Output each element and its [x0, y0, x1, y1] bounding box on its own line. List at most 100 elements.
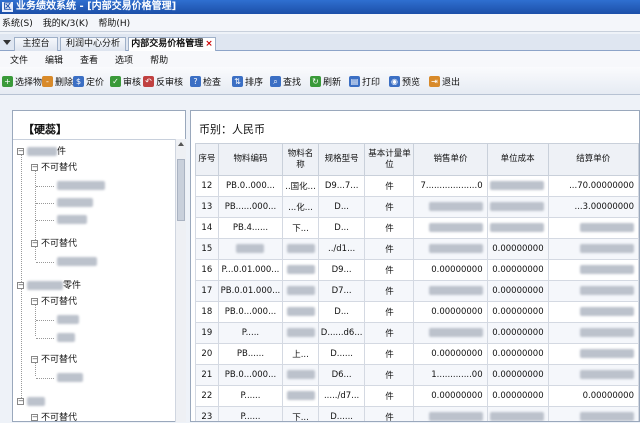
table-cell-cost[interactable]: 0.00000000 [486, 259, 549, 281]
column-header[interactable]: 物料名称 [282, 143, 319, 176]
table-cell-sale[interactable]: 0.00000000 [413, 259, 488, 281]
tree-collapse-icon[interactable]: − [31, 298, 38, 305]
table-cell-code[interactable] [217, 238, 284, 260]
table-cell-settle[interactable]: ...70.00000000 [547, 175, 639, 197]
table-cell-seq[interactable]: 22 [195, 385, 219, 407]
tree-collapse-icon[interactable]: − [31, 414, 38, 421]
menu-file[interactable]: 文件 [10, 53, 28, 66]
table-cell-cost[interactable]: 0.00000000 [486, 343, 549, 365]
table-cell-sale[interactable] [413, 280, 488, 302]
column-header[interactable]: 单位成本 [486, 143, 549, 176]
toolbar-button-approve[interactable]: ✓ 审核 [110, 75, 141, 88]
table-cell-name[interactable] [282, 259, 319, 281]
table-cell-unit[interactable]: 件 [364, 217, 415, 239]
table-cell-name[interactable]: 下... [282, 406, 319, 421]
table-cell-cost[interactable]: 0.00000000 [486, 364, 549, 386]
table-cell-sale[interactable] [413, 238, 488, 260]
table-cell-spec[interactable]: D7... [317, 280, 366, 302]
tree-collapse-icon[interactable]: − [17, 398, 24, 405]
toolbar-button-unapprove[interactable]: ↶ 反审核 [143, 75, 183, 88]
tree-collapse-icon[interactable]: − [17, 282, 24, 289]
table-cell-sale[interactable]: 0.00000000 [413, 343, 488, 365]
table-cell-sale[interactable] [413, 322, 488, 344]
table-cell-sale[interactable]: 0.00000000 [413, 385, 488, 407]
table-cell-cost[interactable]: 0.00000000 [486, 385, 549, 407]
table-row[interactable]: 22 P...... ...../d7... 件 0.00000000 0.0000000… [195, 385, 639, 407]
table-cell-cost[interactable]: 0.00000000 [486, 301, 549, 323]
toolbar-button-exit[interactable]: ⇥ 退出 [429, 75, 460, 88]
table-row[interactable]: 12 PB.0..000... ..国化... D9...7... 件 7........… [195, 175, 639, 197]
tree-node[interactable]: 不可替代 [41, 238, 77, 250]
table-cell-sale[interactable]: 1.............00 [413, 364, 488, 386]
column-header[interactable]: 结算单价 [547, 143, 639, 176]
menu-my-k3[interactable]: 我的K/3(K) [43, 16, 89, 29]
toolbar-button-preview[interactable]: ◉ 预览 [389, 75, 420, 88]
table-cell-cost[interactable] [486, 175, 549, 197]
table-cell-spec[interactable]: D...... [317, 343, 366, 365]
table-cell-spec[interactable]: D... [317, 301, 366, 323]
tree-collapse-icon[interactable]: − [31, 164, 38, 171]
table-cell-seq[interactable]: 18 [195, 301, 219, 323]
table-cell-settle[interactable] [547, 343, 639, 365]
column-header[interactable]: 序号 [195, 143, 219, 176]
table-cell-seq[interactable]: 17 [195, 280, 219, 302]
scrollbar-thumb[interactable] [177, 159, 185, 221]
table-cell-unit[interactable]: 件 [364, 259, 415, 281]
tree-node[interactable] [27, 396, 45, 408]
toolbar-button-sort[interactable]: ⇅ 排序 [232, 75, 263, 88]
table-cell-seq[interactable]: 20 [195, 343, 219, 365]
table-cell-sale[interactable] [413, 406, 488, 421]
tree-scrollbar[interactable] [175, 139, 186, 422]
table-cell-name[interactable] [282, 364, 319, 386]
table-cell-sale[interactable] [413, 217, 488, 239]
table-row[interactable]: 23 P...... 下... D...... 件 [195, 406, 639, 421]
table-cell-cost[interactable]: 0.00000000 [486, 322, 549, 344]
table-cell-settle[interactable] [547, 238, 639, 260]
table-cell-settle[interactable] [547, 406, 639, 421]
tab-profit-center[interactable]: 利润中心分析 [60, 37, 126, 51]
table-cell-unit[interactable]: 件 [364, 238, 415, 260]
table-cell-seq[interactable]: 19 [195, 322, 219, 344]
table-cell-name[interactable] [282, 280, 319, 302]
table-cell-unit[interactable]: 件 [364, 364, 415, 386]
table-cell-seq[interactable]: 13 [195, 196, 219, 218]
table-cell-seq[interactable]: 23 [195, 406, 219, 421]
table-cell-seq[interactable]: 16 [195, 259, 219, 281]
tree-node[interactable] [57, 314, 79, 326]
toolbar-button-check[interactable]: ? 检查 [190, 75, 221, 88]
table-cell-unit[interactable]: 件 [364, 196, 415, 218]
table-cell-seq[interactable]: 21 [195, 364, 219, 386]
tree-collapse-icon[interactable]: − [31, 356, 38, 363]
column-header[interactable]: 规格型号 [317, 143, 366, 176]
table-cell-spec[interactable]: D...... [317, 406, 366, 421]
table-cell-settle[interactable]: 0.00000000 [547, 385, 639, 407]
menu-view[interactable]: 查看 [80, 53, 98, 66]
table-row[interactable]: 14 PB.4...... 下... D... 件 [195, 217, 639, 239]
table-cell-unit[interactable]: 件 [364, 280, 415, 302]
menu-edit[interactable]: 编辑 [45, 53, 63, 66]
table-cell-cost[interactable]: 0.00000000 [486, 280, 549, 302]
table-cell-settle[interactable] [547, 259, 639, 281]
table-cell-spec[interactable]: D9... [317, 259, 366, 281]
tree-node[interactable] [57, 256, 97, 268]
table-cell-name[interactable] [282, 238, 319, 260]
table-row[interactable]: 19 P..... D......d6... 件 0.00000000 [195, 322, 639, 344]
table-cell-seq[interactable]: 15 [195, 238, 219, 260]
menu-options[interactable]: 选项 [115, 53, 133, 66]
table-cell-code[interactable]: P...0.01.000... [217, 259, 284, 281]
table-cell-seq[interactable]: 14 [195, 217, 219, 239]
column-header[interactable]: 基本计量单位 [364, 143, 415, 176]
table-cell-spec[interactable]: D... [317, 196, 366, 218]
tree-node[interactable]: 不可替代 [41, 162, 77, 174]
tree-node[interactable] [57, 197, 93, 209]
table-cell-settle[interactable] [547, 217, 639, 239]
table-cell-name[interactable]: ..国化... [282, 175, 319, 197]
table-cell-sale[interactable]: 7...................0 [413, 175, 488, 197]
table-cell-code[interactable]: PB.0.01.000... [217, 280, 284, 302]
table-cell-code[interactable]: PB...... [217, 343, 284, 365]
tree-collapse-icon[interactable]: − [31, 240, 38, 247]
tree-node[interactable]: 件 [27, 146, 66, 158]
table-cell-sale[interactable] [413, 196, 488, 218]
table-row[interactable]: 21 PB.0...000... D6... 件 1.............00 0.0… [195, 364, 639, 386]
toolbar-button-price[interactable]: $ 定价 [73, 75, 104, 88]
